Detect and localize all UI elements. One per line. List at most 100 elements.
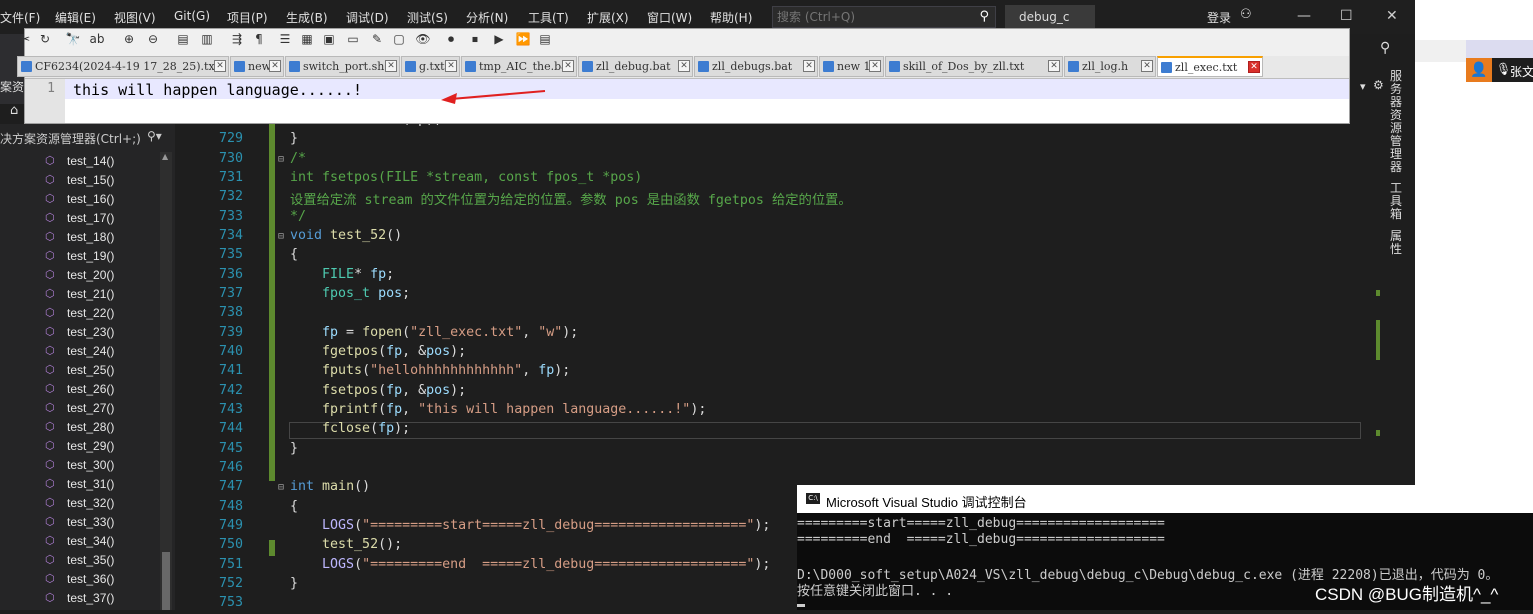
code-line[interactable]: 740 fgetpos(fp, &pos); <box>175 344 1363 363</box>
tab-properties[interactable]: 属性 <box>1390 230 1406 256</box>
close-tab-icon[interactable]: ✕ <box>1248 61 1260 73</box>
search-box[interactable]: ⚲ <box>772 6 996 28</box>
close-tab-icon[interactable]: ✕ <box>269 60 281 72</box>
indent-guide-icon[interactable]: ☰ <box>277 31 293 47</box>
code-line[interactable]: 734 ⊟ void test_52() <box>175 228 1363 247</box>
search-icon[interactable]: ⚲ <box>979 9 989 24</box>
search-input[interactable] <box>777 10 967 24</box>
home-icon[interactable]: ⌂ <box>10 103 18 118</box>
close-tab-icon[interactable]: ✕ <box>445 60 457 72</box>
notepad-tab[interactable]: skill_of_Dos_by_zll.txt ✕ <box>885 56 1063 77</box>
list-item[interactable]: ⬡ test_37() <box>0 589 160 608</box>
menu-window[interactable]: 窗口(W) <box>647 9 692 26</box>
notepad-tab[interactable]: zll_debug.bat ✕ <box>578 56 693 77</box>
microphone-icon[interactable]: 🎙 <box>1496 62 1511 76</box>
udl-icon[interactable]: ▦ <box>299 31 315 47</box>
menu-help[interactable]: 帮助(H) <box>710 9 752 26</box>
replace-icon[interactable]: ab <box>89 31 105 47</box>
find-icon[interactable]: 🔭 <box>65 31 81 47</box>
fold-toggle-icon[interactable]: ⊟ <box>278 231 284 242</box>
list-item[interactable]: ⬡ test_17() <box>0 209 160 228</box>
settings-gear-icon[interactable]: ⚙ <box>1373 78 1384 92</box>
sync-vertical-icon[interactable]: ▤ <box>175 31 191 47</box>
notepad-tab[interactable]: new 1 ✕ <box>819 56 884 77</box>
close-tab-icon[interactable]: ✕ <box>1048 60 1060 72</box>
code-line[interactable]: 733 */ <box>175 209 1363 228</box>
code-line[interactable]: 736 FILE* fp; <box>175 267 1363 286</box>
list-item[interactable]: ⬡ test_27() <box>0 399 160 418</box>
menu-debug[interactable]: 调试(D) <box>346 9 389 26</box>
list-item[interactable]: ⬡ test_23() <box>0 323 160 342</box>
close-icon[interactable]: ✕ <box>1386 8 1398 24</box>
list-item[interactable]: ⬡ test_35() <box>0 551 160 570</box>
menu-build[interactable]: 生成(B) <box>286 9 328 26</box>
list-item[interactable]: ⬡ test_24() <box>0 342 160 361</box>
sync-horizontal-icon[interactable]: ▥ <box>199 31 215 47</box>
save-macro-icon[interactable]: ▤ <box>537 31 553 47</box>
word-wrap-icon[interactable]: ⇶ <box>229 31 245 47</box>
menu-extensions[interactable]: 扩展(X) <box>587 9 629 26</box>
notepad-tab[interactable]: zll_log.h ✕ <box>1064 56 1156 77</box>
function-list-icon[interactable]: ▭ <box>345 31 361 47</box>
stop-macro-icon[interactable]: ⏹ <box>467 31 483 47</box>
list-item[interactable]: ⬡ test_26() <box>0 380 160 399</box>
code-line[interactable]: 742 fsetpos(fp, &pos); <box>175 383 1363 402</box>
tab-toolbox[interactable]: 工具箱 <box>1390 182 1406 221</box>
left-panel-tab[interactable]: 案资 <box>0 78 24 95</box>
list-item[interactable]: ⬡ test_20() <box>0 266 160 285</box>
code-line[interactable]: 741 fputs("hellohhhhhhhhhhhh", fp); <box>175 363 1363 382</box>
list-item[interactable]: ⬡ test_31() <box>0 475 160 494</box>
list-item[interactable]: ⬡ test_22() <box>0 304 160 323</box>
solution-explorer-search[interactable]: 决方案资源管理器(Ctrl+;) ⚲▾ <box>0 128 175 148</box>
list-item[interactable]: ⬡ test_30() <box>0 456 160 475</box>
code-line[interactable]: 738 <box>175 305 1363 324</box>
dropdown-arrow-icon[interactable]: ▾ <box>1360 80 1366 93</box>
close-tab-icon[interactable]: ✕ <box>385 60 397 72</box>
feedback-icon[interactable]: ⚲ <box>1380 40 1390 56</box>
search-icon[interactable]: ⚲▾ <box>147 129 162 143</box>
zoom-out-icon[interactable]: ⊖ <box>145 31 161 47</box>
list-item[interactable]: ⬡ test_34() <box>0 532 160 551</box>
login-button[interactable]: 登录 <box>1207 9 1231 26</box>
code-line[interactable]: 746 <box>175 460 1363 479</box>
list-item[interactable]: ⬡ test_14() <box>0 152 160 171</box>
cut-icon[interactable]: ✂ <box>17 31 33 47</box>
code-line[interactable]: 744 fclose(fp); <box>175 421 1363 440</box>
minimize-icon[interactable]: — <box>1297 8 1311 24</box>
notepad-editor[interactable]: 1 this will happen language......! <box>25 79 1349 123</box>
doc-map-icon[interactable]: ▣ <box>321 31 337 47</box>
notepad-tab[interactable]: switch_port.sh ✕ <box>285 56 400 77</box>
avatar-icon[interactable]: 👤 <box>1466 58 1492 82</box>
show-all-chars-icon[interactable]: ¶ <box>251 31 267 47</box>
scrollbar[interactable]: ▲ <box>160 152 172 610</box>
close-tab-icon[interactable]: ✕ <box>678 60 690 72</box>
list-item[interactable]: ⬡ test_36() <box>0 570 160 589</box>
close-tab-icon[interactable]: ✕ <box>869 60 881 72</box>
play-macro-icon[interactable]: ▶ <box>491 31 507 47</box>
notepad-tab[interactable]: g.txt ✕ <box>401 56 460 77</box>
menu-view[interactable]: 视图(V) <box>114 9 156 26</box>
notepad-tab[interactable]: tmp_AIC_the.bat ✕ <box>461 56 577 77</box>
close-tab-icon[interactable]: ✕ <box>1141 60 1153 72</box>
code-line[interactable]: 732 设置给定流 stream 的文件位置为给定的位置。参数 pos 是由函数 … <box>175 189 1363 208</box>
code-line[interactable]: 745} <box>175 441 1363 460</box>
code-line[interactable]: 730 ⊟ /* <box>175 151 1363 170</box>
fold-toggle-icon[interactable]: ⊟ <box>278 482 284 493</box>
notepad-text[interactable]: this will happen language......! <box>73 81 362 99</box>
list-item[interactable]: ⬡ test_25() <box>0 361 160 380</box>
menu-git[interactable]: Git(G) <box>174 9 210 23</box>
folder-as-workspace-icon[interactable]: ✎ <box>369 31 385 47</box>
scroll-up-icon[interactable]: ▲ <box>162 152 168 161</box>
menu-tools[interactable]: 工具(T) <box>528 9 569 26</box>
list-item[interactable]: ⬡ test_21() <box>0 285 160 304</box>
code-line[interactable]: 735 { <box>175 247 1363 266</box>
menu-edit[interactable]: 编辑(E) <box>55 9 96 26</box>
fold-toggle-icon[interactable]: ⊟ <box>278 154 284 165</box>
list-item[interactable]: ⬡ test_28() <box>0 418 160 437</box>
folder-icon[interactable]: ▢ <box>391 31 407 47</box>
scroll-thumb[interactable] <box>162 552 170 610</box>
list-item[interactable]: ⬡ test_33() <box>0 513 160 532</box>
notepad-tab[interactable]: new 2 ✕ <box>230 56 284 77</box>
menu-test[interactable]: 测试(S) <box>407 9 448 26</box>
list-item[interactable]: ⬡ test_16() <box>0 190 160 209</box>
